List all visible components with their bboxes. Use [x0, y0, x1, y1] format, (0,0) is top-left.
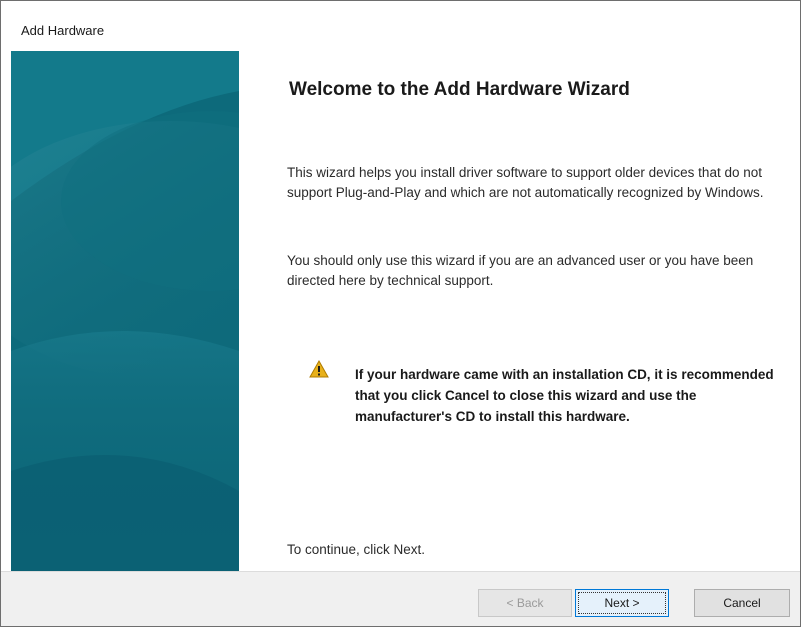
wizard-side-banner [11, 51, 239, 571]
advanced-user-paragraph: You should only use this wizard if you a… [287, 253, 754, 288]
warning-icon [309, 359, 329, 378]
cancel-button[interactable]: Cancel [694, 589, 790, 617]
add-hardware-window: Add Hardware Welcome to the Add Hardware… [0, 0, 801, 627]
next-button[interactable]: Next > [575, 589, 669, 617]
wizard-content: Welcome to the Add Hardware Wizard This … [239, 51, 800, 571]
banner-graphic [11, 51, 239, 571]
title-bar: Add Hardware [1, 1, 800, 47]
wizard-footer: < Back Next > Cancel [1, 571, 800, 626]
warning-text: If your hardware came with an installati… [355, 367, 774, 424]
continue-instruction: To continue, click Next. [287, 542, 426, 557]
focus-ring [578, 592, 666, 614]
intro-paragraph: This wizard helps you install driver sof… [287, 165, 764, 200]
back-button[interactable]: < Back [478, 589, 572, 617]
page-title: Welcome to the Add Hardware Wizard [289, 79, 630, 100]
window-title: Add Hardware [21, 23, 105, 38]
